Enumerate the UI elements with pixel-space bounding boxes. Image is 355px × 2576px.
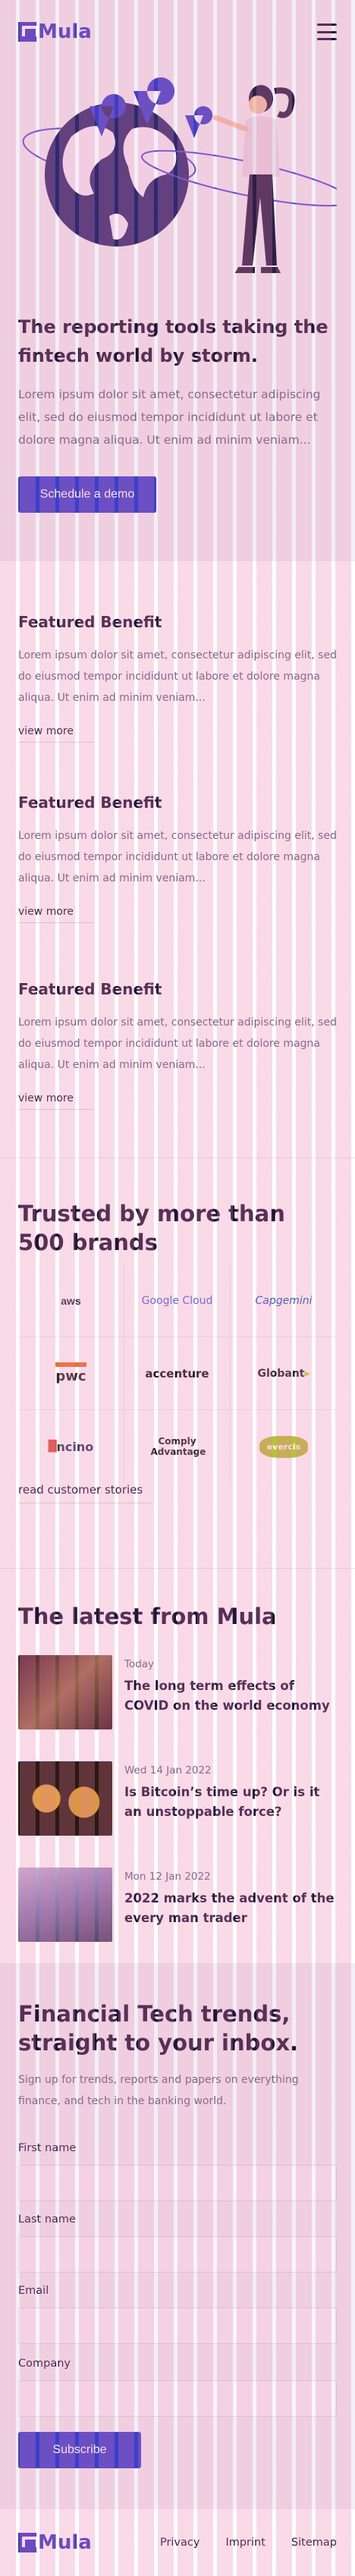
benefit-title: Featured Benefit xyxy=(18,613,162,631)
email-field: Email xyxy=(18,2285,337,2344)
hero-title: The reporting tools taking the fintech w… xyxy=(18,316,328,366)
hamburger-icon[interactable] xyxy=(317,24,337,40)
benefit-title: Featured Benefit xyxy=(18,793,162,812)
first-name-field: First name xyxy=(18,2142,337,2201)
view-more-link[interactable]: view more xyxy=(18,725,94,743)
latest-title: The latest from Mula xyxy=(18,1604,277,1629)
post-title[interactable]: The long term effects of COVID on the wo… xyxy=(124,1676,337,1716)
logo-mark-icon xyxy=(18,22,39,42)
brand-logo-globant: Globant ▸ xyxy=(231,1337,337,1410)
post-item[interactable]: Today The long term effects of COVID on … xyxy=(18,1655,337,1731)
benefit-card: Featured Benefit Lorem ipsum dolor sit a… xyxy=(18,980,337,1110)
brand-logo-aws: aws xyxy=(18,1264,124,1337)
post-title[interactable]: Is Bitcoin’s time up? Or is it an unstop… xyxy=(124,1783,337,1822)
benefit-card: Featured Benefit Lorem ipsum dolor sit a… xyxy=(18,613,337,743)
last-name-input[interactable] xyxy=(18,2236,337,2273)
brand-logo-accenture: accenture xyxy=(124,1337,231,1410)
brand-logos-grid: aws Google Cloud Capgemini pwc accenture… xyxy=(18,1264,337,1483)
company-input[interactable] xyxy=(18,2380,337,2417)
brand-logo-evercis: evercis xyxy=(231,1410,337,1483)
post-thumbnail xyxy=(18,1761,112,1836)
newsletter-text: Sign up for trends, reports and papers o… xyxy=(18,2074,299,2107)
footer-link-privacy[interactable]: Privacy xyxy=(160,2537,200,2549)
footer-logo[interactable]: Mula xyxy=(18,2531,92,2554)
email-label: Email xyxy=(18,2285,49,2297)
email-input[interactable] xyxy=(18,2307,337,2344)
benefit-text: Lorem ipsum dolor sit amet, consectetur … xyxy=(18,830,337,884)
benefit-text: Lorem ipsum dolor sit amet, consectetur … xyxy=(18,649,337,704)
brand-logo-google-cloud: Google Cloud xyxy=(124,1264,231,1337)
benefit-text: Lorem ipsum dolor sit amet, consectetur … xyxy=(18,1016,337,1071)
site-footer: Mula Privacy Imprint Sitemap xyxy=(0,2509,355,2576)
logo-text: Mula xyxy=(38,20,92,43)
trusted-title: Trusted by more than 500 brands xyxy=(18,1201,285,1255)
company-field: Company xyxy=(18,2358,337,2417)
subscribe-button[interactable]: Subscribe xyxy=(18,2432,141,2468)
site-header: Mula xyxy=(0,0,355,64)
last-name-field: Last name xyxy=(18,2213,337,2273)
post-date: Wed 14 Jan 2022 xyxy=(124,1764,212,1776)
first-name-input[interactable] xyxy=(18,2165,337,2201)
benefit-title: Featured Benefit xyxy=(18,980,162,998)
trusted-section: Trusted by more than 500 brands aws Goog… xyxy=(0,1158,355,1568)
logo[interactable]: Mula xyxy=(18,20,92,43)
latest-section: The latest from Mula Today The long term… xyxy=(0,1569,355,1963)
company-label: Company xyxy=(18,2358,71,2370)
post-date: Mon 12 Jan 2022 xyxy=(124,1871,211,1883)
post-item[interactable]: Mon 12 Jan 2022 2022 marks the advent of… xyxy=(18,1868,337,1943)
post-title[interactable]: 2022 marks the advent of the every man t… xyxy=(124,1889,337,1928)
logo-mark-icon xyxy=(18,2533,39,2552)
post-thumbnail xyxy=(18,1868,112,1942)
first-name-label: First name xyxy=(18,2142,77,2154)
view-more-link[interactable]: view more xyxy=(18,1092,94,1110)
hero-text: Lorem ipsum dolor sit amet, consectetur … xyxy=(18,388,321,447)
read-customer-stories-link[interactable]: read customer stories xyxy=(18,1483,152,1503)
benefits-section: Featured Benefit Lorem ipsum dolor sit a… xyxy=(0,561,355,1158)
newsletter-title: Financial Tech trends, straight to your … xyxy=(18,2001,299,2056)
newsletter-section: Financial Tech trends, straight to your … xyxy=(0,1963,355,2509)
logo-text: Mula xyxy=(38,2531,92,2554)
post-item[interactable]: Wed 14 Jan 2022 Is Bitcoin’s time up? Or… xyxy=(18,1761,337,1837)
brand-logo-pwc: pwc xyxy=(18,1337,124,1410)
last-name-label: Last name xyxy=(18,2213,76,2226)
footer-link-sitemap[interactable]: Sitemap xyxy=(291,2537,337,2549)
footer-nav: Privacy Imprint Sitemap xyxy=(160,2537,337,2549)
schedule-demo-button[interactable]: Schedule a demo xyxy=(18,476,156,513)
benefit-card: Featured Benefit Lorem ipsum dolor sit a… xyxy=(18,793,337,923)
footer-link-imprint[interactable]: Imprint xyxy=(225,2537,265,2549)
brand-logo-capgemini: Capgemini xyxy=(231,1264,337,1337)
brand-logo-ncino: █ ncino xyxy=(18,1410,124,1483)
hero-section: Mula The reporting tools taking the fint… xyxy=(0,0,355,561)
hero-illustration xyxy=(22,77,337,273)
view-more-link[interactable]: view more xyxy=(18,906,94,923)
post-thumbnail xyxy=(18,1655,112,1729)
brand-logo-comply-advantage: Comply Advantage xyxy=(124,1410,231,1483)
post-date: Today xyxy=(124,1658,155,1670)
